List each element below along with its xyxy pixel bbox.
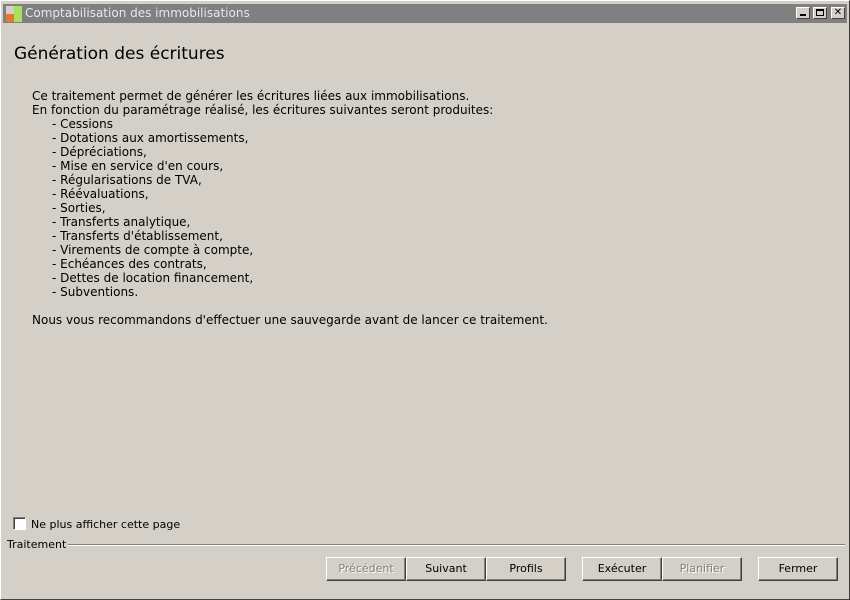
list-item: - Dépréciations, — [52, 145, 147, 159]
schedule-button[interactable]: Planifier — [662, 557, 742, 581]
minimize-button[interactable] — [796, 7, 810, 19]
maximize-icon — [816, 9, 824, 16]
list-item: - Transferts d'établissement, — [52, 229, 223, 243]
list-item: - Transferts analytique, — [52, 215, 191, 229]
window-title: Comptabilisation des immobilisations — [25, 6, 250, 20]
previous-button[interactable]: Précédent — [326, 557, 406, 581]
list-item: - Réévaluations, — [52, 187, 149, 201]
page-title: Génération des écritures — [14, 44, 225, 64]
list-item: - Régularisations de TVA, — [52, 173, 202, 187]
app-window-icon — [6, 6, 22, 22]
list-item: - Dotations aux amortissements, — [52, 131, 249, 145]
recommendation-text: Nous vous recommandons d'effectuer une s… — [32, 313, 548, 327]
list-item: - Cessions — [52, 117, 113, 131]
close-button[interactable]: Fermer — [758, 557, 838, 581]
list-item: - Mise en service d'en cours, — [52, 159, 224, 173]
main-window: Comptabilisation des immobilisations ✕ G… — [0, 0, 850, 600]
maximize-button[interactable] — [813, 7, 827, 19]
list-item: - Subventions. — [52, 285, 139, 299]
list-item: - Echéances des contrats, — [52, 257, 207, 271]
minimize-icon — [800, 14, 806, 16]
profiles-button[interactable]: Profils — [486, 557, 566, 581]
hide-page-label[interactable]: Ne plus afficher cette page — [31, 518, 180, 531]
hide-page-checkbox[interactable] — [13, 517, 26, 530]
list-item: - Sorties, — [52, 201, 106, 215]
execute-button[interactable]: Exécuter — [582, 557, 662, 581]
intro-line-2: En fonction du paramétrage réalisé, les … — [32, 103, 494, 117]
intro-line-1: Ce traitement permet de générer les écri… — [32, 89, 470, 103]
title-bar[interactable]: Comptabilisation des immobilisations ✕ — [3, 4, 847, 23]
close-icon: ✕ — [833, 7, 843, 18]
group-divider — [7, 544, 845, 546]
description-block: Ce traitement permet de générer les écri… — [32, 89, 548, 327]
list-item: - Virements de compte à compte, — [52, 243, 254, 257]
entries-list: - Cessions - Dotations aux amortissement… — [32, 117, 548, 299]
close-window-button[interactable]: ✕ — [831, 7, 845, 19]
group-label: Traitement — [7, 538, 69, 551]
next-button[interactable]: Suivant — [406, 557, 486, 581]
list-item: - Dettes de location financement, — [52, 271, 254, 285]
